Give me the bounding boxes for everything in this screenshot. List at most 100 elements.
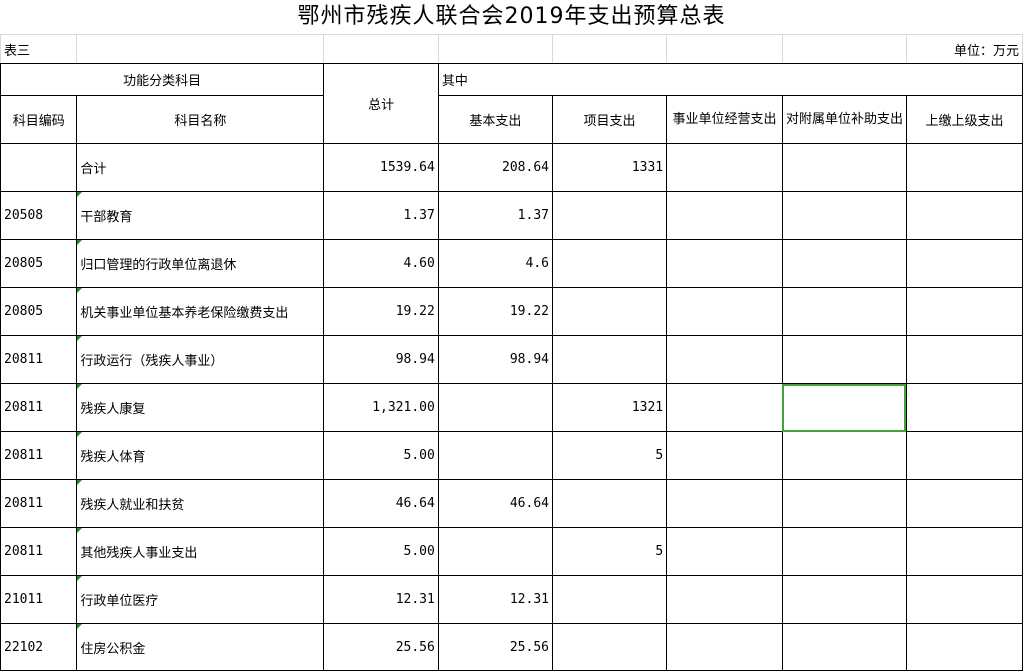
basic-cell[interactable]: 1.37 <box>437 191 553 240</box>
header-basic[interactable]: 基本支出 <box>437 95 553 144</box>
business-cell[interactable] <box>666 239 783 288</box>
upper-cell[interactable] <box>905 335 1023 384</box>
code-cell[interactable]: 20811 <box>0 479 78 528</box>
cell[interactable] <box>781 34 907 64</box>
cell[interactable] <box>76 34 325 64</box>
code-cell[interactable]: 21011 <box>0 575 78 624</box>
subsidy-cell[interactable] <box>781 623 907 671</box>
upper-cell[interactable] <box>905 239 1023 288</box>
name-cell[interactable]: 残疾人就业和扶贫 <box>76 479 325 528</box>
code-cell[interactable]: 20811 <box>0 527 78 576</box>
subsidy-cell[interactable] <box>781 191 907 240</box>
code-cell[interactable]: 20508 <box>0 191 78 240</box>
business-cell[interactable] <box>666 335 783 384</box>
basic-cell[interactable]: 98.94 <box>437 335 553 384</box>
total-subsidy-cell[interactable] <box>781 143 907 192</box>
basic-cell[interactable] <box>437 383 553 432</box>
header-project[interactable]: 项目支出 <box>551 95 668 144</box>
name-cell[interactable]: 其他残疾人事业支出 <box>76 527 325 576</box>
name-cell[interactable]: 行政运行（残疾人事业） <box>76 335 325 384</box>
basic-cell[interactable]: 19.22 <box>437 287 553 336</box>
project-cell[interactable] <box>551 287 668 336</box>
business-cell[interactable] <box>666 431 783 480</box>
upper-cell[interactable] <box>905 623 1023 671</box>
total-cell[interactable]: 4.60 <box>323 239 439 288</box>
upper-cell[interactable] <box>905 383 1023 432</box>
project-cell[interactable]: 5 <box>551 431 668 480</box>
code-cell[interactable]: 20811 <box>0 335 78 384</box>
cell[interactable] <box>551 34 668 64</box>
total-cell[interactable]: 1,321.00 <box>323 383 439 432</box>
basic-cell[interactable] <box>437 431 553 480</box>
basic-cell[interactable]: 46.64 <box>437 479 553 528</box>
code-cell[interactable]: 20811 <box>0 431 78 480</box>
header-upper[interactable]: 上缴上级支出 <box>905 95 1023 144</box>
business-cell[interactable] <box>666 383 783 432</box>
total-name-cell[interactable]: 合计 <box>76 143 325 192</box>
upper-cell[interactable] <box>905 479 1023 528</box>
total-project-cell[interactable]: 1331 <box>551 143 668 192</box>
project-cell[interactable] <box>551 335 668 384</box>
upper-cell[interactable] <box>905 287 1023 336</box>
upper-cell[interactable] <box>905 527 1023 576</box>
cell[interactable] <box>323 34 439 64</box>
basic-cell[interactable] <box>437 527 553 576</box>
name-cell[interactable]: 行政单位医疗 <box>76 575 325 624</box>
project-cell[interactable]: 1321 <box>551 383 668 432</box>
cell[interactable] <box>666 34 783 64</box>
header-func-category[interactable]: 功能分类科目 <box>0 63 325 96</box>
upper-cell[interactable] <box>905 431 1023 480</box>
total-cell[interactable]: 19.22 <box>323 287 439 336</box>
subsidy-cell[interactable] <box>781 287 907 336</box>
project-cell[interactable] <box>551 575 668 624</box>
project-cell[interactable] <box>551 239 668 288</box>
total-code-cell[interactable] <box>0 143 78 192</box>
total-cell[interactable]: 5.00 <box>323 431 439 480</box>
total-cell[interactable]: 25.56 <box>323 623 439 671</box>
name-cell[interactable]: 干部教育 <box>76 191 325 240</box>
header-subsidy[interactable]: 对附属单位补助支出 <box>781 95 907 144</box>
upper-cell[interactable] <box>905 575 1023 624</box>
business-cell[interactable] <box>666 623 783 671</box>
business-cell[interactable] <box>666 191 783 240</box>
header-code[interactable]: 科目编码 <box>0 95 78 144</box>
cell[interactable] <box>437 34 553 64</box>
name-cell[interactable]: 残疾人康复 <box>76 383 325 432</box>
subsidy-cell[interactable] <box>781 335 907 384</box>
total-cell[interactable]: 5.00 <box>323 527 439 576</box>
total-cell[interactable]: 98.94 <box>323 335 439 384</box>
code-cell[interactable]: 22102 <box>0 623 78 671</box>
basic-cell[interactable]: 4.6 <box>437 239 553 288</box>
name-cell[interactable]: 机关事业单位基本养老保险缴费支出 <box>76 287 325 336</box>
business-cell[interactable] <box>666 479 783 528</box>
business-cell[interactable] <box>666 527 783 576</box>
subsidy-cell[interactable] <box>781 383 907 432</box>
business-cell[interactable] <box>666 575 783 624</box>
basic-cell[interactable]: 25.56 <box>437 623 553 671</box>
table-id-cell[interactable]: 表三 <box>0 34 78 64</box>
total-business-cell[interactable] <box>666 143 783 192</box>
unit-cell[interactable]: 单位：万元 <box>905 34 1023 64</box>
upper-cell[interactable] <box>905 191 1023 240</box>
name-cell[interactable]: 归口管理的行政单位离退休 <box>76 239 325 288</box>
name-cell[interactable]: 残疾人体育 <box>76 431 325 480</box>
project-cell[interactable] <box>551 623 668 671</box>
header-business[interactable]: 事业单位经营支出 <box>666 95 783 144</box>
subsidy-cell[interactable] <box>781 479 907 528</box>
project-cell[interactable]: 5 <box>551 527 668 576</box>
basic-cell[interactable]: 12.31 <box>437 575 553 624</box>
code-cell[interactable]: 20805 <box>0 239 78 288</box>
code-cell[interactable]: 20811 <box>0 383 78 432</box>
total-cell[interactable]: 1.37 <box>323 191 439 240</box>
code-cell[interactable]: 20805 <box>0 287 78 336</box>
total-basic-cell[interactable]: 208.64 <box>437 143 553 192</box>
header-total[interactable]: 总计 <box>323 63 439 144</box>
subsidy-cell[interactable] <box>781 431 907 480</box>
subsidy-cell[interactable] <box>781 239 907 288</box>
project-cell[interactable] <box>551 191 668 240</box>
project-cell[interactable] <box>551 479 668 528</box>
total-cell[interactable]: 46.64 <box>323 479 439 528</box>
name-cell[interactable]: 住房公积金 <box>76 623 325 671</box>
total-total-cell[interactable]: 1539.64 <box>323 143 439 192</box>
business-cell[interactable] <box>666 287 783 336</box>
